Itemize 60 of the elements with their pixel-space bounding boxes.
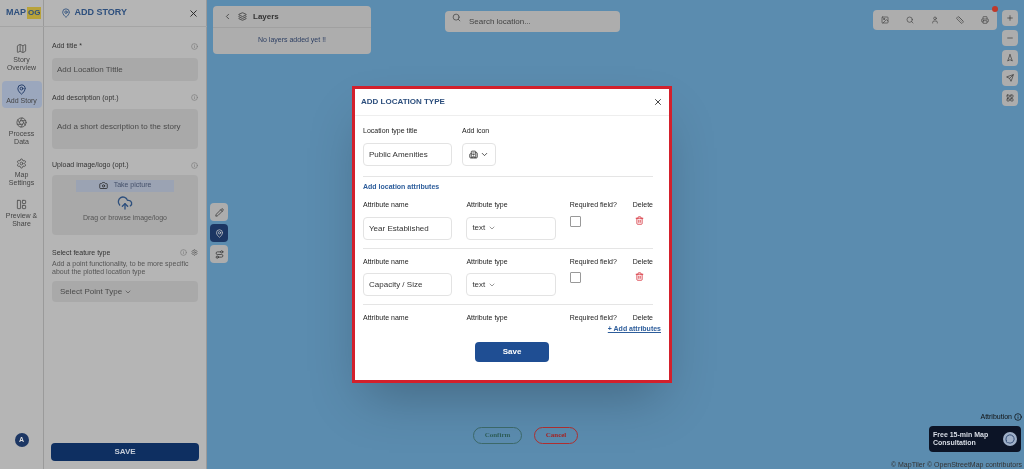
zoom-out-button[interactable] bbox=[1002, 30, 1018, 46]
trash-icon[interactable] bbox=[634, 272, 644, 281]
send-icon bbox=[1006, 74, 1014, 82]
attribute-type-select[interactable]: text bbox=[466, 216, 557, 240]
camera-icon bbox=[98, 181, 108, 190]
info-icon[interactable] bbox=[191, 161, 198, 169]
upload-icon bbox=[117, 194, 133, 211]
map-icon bbox=[16, 43, 27, 54]
info-icon[interactable] bbox=[191, 42, 198, 50]
pin-icon bbox=[16, 84, 27, 95]
pin-icon bbox=[214, 228, 224, 238]
basemap-button[interactable] bbox=[1002, 90, 1018, 106]
close-icon[interactable] bbox=[188, 7, 199, 19]
logo: MAP OG bbox=[6, 6, 42, 20]
search-icon[interactable] bbox=[906, 16, 915, 24]
search-icon bbox=[452, 13, 461, 22]
attribute-name-input[interactable]: Capacity / Size bbox=[363, 273, 452, 296]
printer-icon[interactable] bbox=[980, 16, 989, 24]
person-icon[interactable] bbox=[931, 16, 939, 24]
aperture-icon bbox=[16, 117, 27, 128]
ruler-icon[interactable] bbox=[955, 16, 964, 24]
zoom-in-button[interactable] bbox=[1002, 10, 1018, 26]
info-icon[interactable] bbox=[191, 94, 198, 102]
layers-title: Layers bbox=[253, 10, 279, 23]
image-icon[interactable] bbox=[881, 16, 890, 24]
map-tool-button[interactable] bbox=[210, 245, 228, 263]
minus-icon bbox=[1006, 34, 1014, 42]
title-input[interactable]: Add Location Tittle bbox=[52, 57, 198, 81]
required-checkbox[interactable] bbox=[569, 272, 581, 283]
caret-icon bbox=[488, 224, 497, 232]
point-type-select[interactable]: Select Point Type bbox=[52, 281, 198, 302]
trash-icon[interactable] bbox=[634, 215, 644, 225]
grid-icon bbox=[1006, 94, 1014, 102]
modal-title: ADD LOCATION TYPE bbox=[361, 96, 445, 108]
attribute-type-select[interactable]: text bbox=[466, 273, 557, 296]
layers-icon bbox=[238, 12, 247, 21]
type-title-input[interactable]: Public Amenities bbox=[363, 142, 452, 166]
save-button[interactable]: SAVE bbox=[51, 443, 199, 461]
icon-select[interactable] bbox=[462, 142, 496, 166]
plus-icon bbox=[1006, 14, 1014, 22]
compass-button[interactable] bbox=[1002, 50, 1018, 66]
info-icon[interactable] bbox=[1014, 413, 1022, 422]
chat-icon bbox=[1003, 432, 1017, 446]
panel-title: ADD STORY bbox=[74, 6, 127, 20]
map-tool-button[interactable] bbox=[210, 203, 228, 221]
search-field[interactable]: Search location... bbox=[445, 11, 620, 32]
building-icon bbox=[469, 149, 478, 159]
close-icon[interactable] bbox=[653, 97, 663, 107]
info-icon[interactable] bbox=[180, 249, 187, 257]
back-icon[interactable] bbox=[223, 12, 232, 21]
layout-icon bbox=[16, 199, 27, 210]
pencil-icon bbox=[214, 207, 224, 217]
attribute-name-input[interactable]: Year Established bbox=[363, 216, 452, 240]
pin-icon bbox=[61, 8, 72, 18]
description-input[interactable]: Add a short description to the story bbox=[52, 109, 198, 149]
locate-button[interactable] bbox=[1002, 70, 1018, 86]
modal-save-button[interactable]: Save bbox=[475, 342, 549, 362]
map-tool-button[interactable] bbox=[210, 224, 228, 242]
required-checkbox[interactable] bbox=[569, 215, 581, 227]
route-icon bbox=[214, 249, 224, 259]
